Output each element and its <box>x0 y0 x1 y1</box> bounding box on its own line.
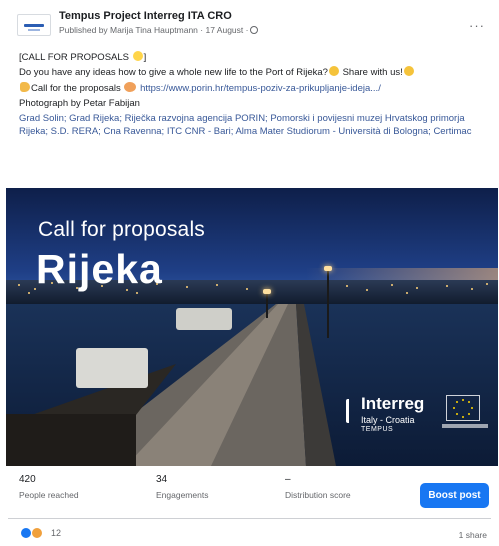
smile-emoji-icon <box>403 66 414 77</box>
post-text: [CALL FOR PROPOSALS ] Do you have any id… <box>19 50 489 138</box>
interreg-logo: Interreg Italy - Croatia TEMPUS <box>346 393 496 451</box>
page-name-link[interactable]: Tempus Project Interreg ITA CRO <box>59 10 232 22</box>
post-meta-text[interactable]: Published by Marija Tina Hauptmann · 17 … <box>59 25 248 35</box>
stat-people-reached[interactable]: 420 People reached <box>19 474 79 500</box>
image-caption-title: Call for proposals <box>38 218 206 241</box>
image-caption-city: Rijeka <box>36 246 163 292</box>
post-line-3: Call for the proposals https://www.porin… <box>19 81 489 96</box>
eu-flag-icon <box>446 395 480 421</box>
pointing-hand-icon <box>20 81 30 92</box>
post-line-4: Photograph by Petar Fabijan <box>19 97 140 109</box>
page-avatar[interactable] <box>17 14 51 36</box>
post-header: Tempus Project Interreg ITA CRO Publishe… <box>0 0 499 46</box>
more-options-icon[interactable]: ··· <box>469 18 485 33</box>
boat <box>76 348 148 388</box>
globe-icon <box>250 26 259 34</box>
post-meta: Published by Marija Tina Hauptmann · 17 … <box>59 25 259 35</box>
sparkles-icon <box>132 51 143 61</box>
boost-post-button[interactable]: Boost post <box>420 483 489 508</box>
post-line-2: Do you have any ideas how to give a whol… <box>19 65 489 80</box>
street-lamp <box>324 266 332 338</box>
reaction-count: 12 <box>51 528 62 538</box>
street-lamp <box>263 289 271 318</box>
post-image[interactable]: Call for proposals Rijeka Interreg Italy… <box>6 188 498 466</box>
proposal-link[interactable]: https://www.porin.hr/tempus-poziv-za-pri… <box>140 83 381 94</box>
stat-engagements[interactable]: 34 Engagements <box>156 474 208 500</box>
raised-hands-icon <box>124 81 137 92</box>
smile-emoji-icon <box>328 66 339 77</box>
divider <box>8 518 491 519</box>
share-count[interactable]: 1 share <box>459 530 487 540</box>
post-line-1: [CALL FOR PROPOSALS ] <box>19 51 147 63</box>
tagged-pages[interactable]: Grad Solin; Grad Rijeka; Riječka razvojn… <box>19 113 489 138</box>
insights-bar: 420 People reached 34 Engagements – Dist… <box>0 470 499 516</box>
care-reaction-icon <box>31 527 43 539</box>
boat <box>176 308 232 330</box>
stat-distribution-score[interactable]: – Distribution score <box>285 474 351 500</box>
reactions-summary[interactable]: 12 <box>20 527 61 539</box>
